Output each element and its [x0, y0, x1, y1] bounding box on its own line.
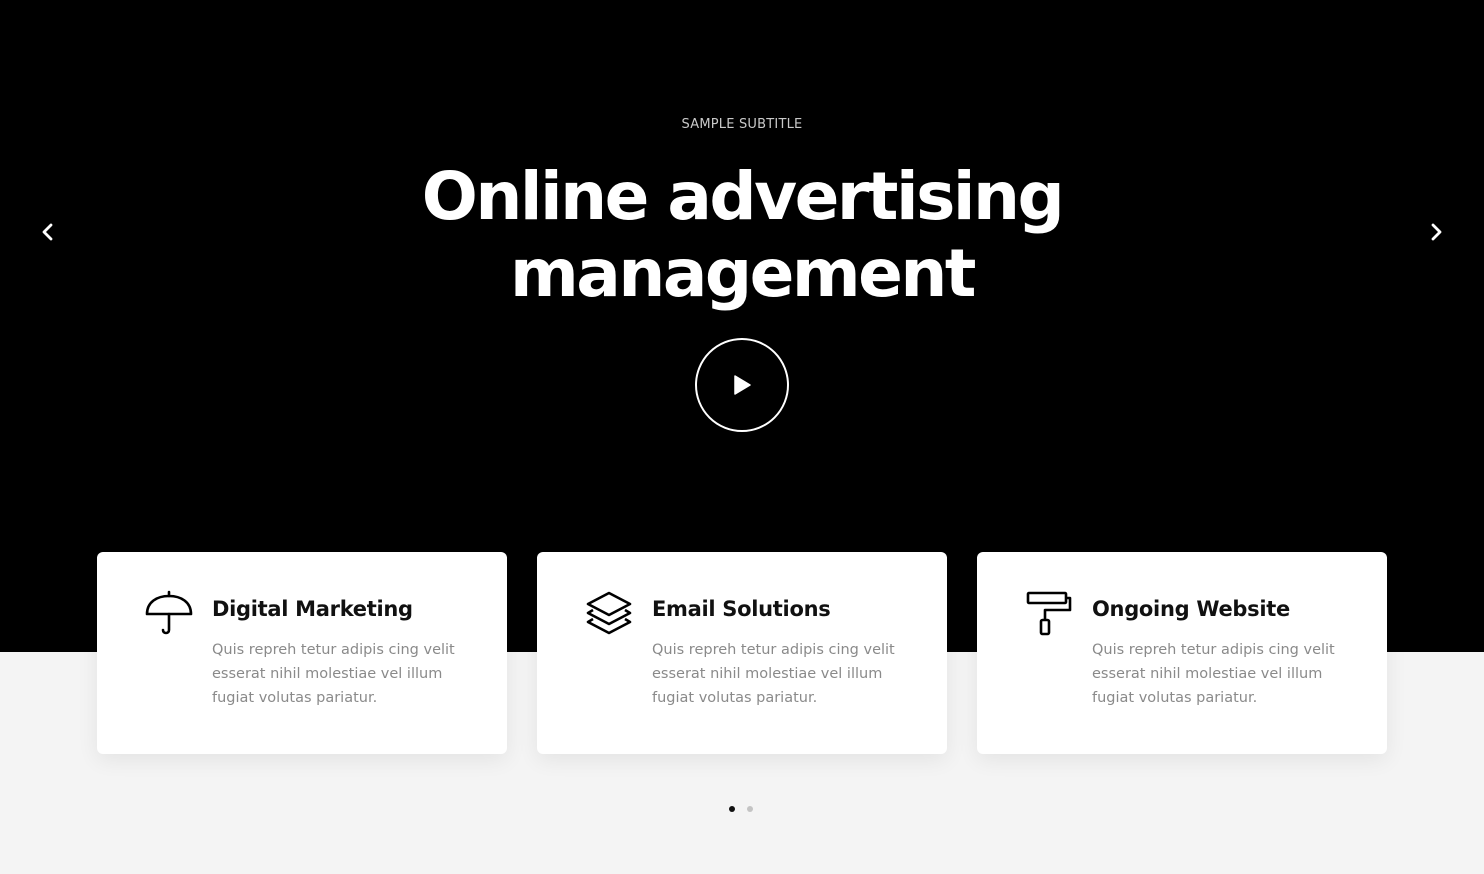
slider-prev-button[interactable] [34, 218, 62, 246]
hero-title: Online advertising management [0, 158, 1484, 312]
page: SAMPLE SUBTITLE Online advertising manag… [0, 0, 1484, 874]
chevron-left-icon [42, 223, 53, 241]
play-icon [734, 375, 751, 395]
pagination-dot-2[interactable] [747, 806, 753, 812]
service-card-ongoing-website[interactable]: Ongoing Website Quis repreh tetur adipis… [977, 552, 1387, 754]
paint-roller-icon [1026, 591, 1072, 636]
service-card-text: Quis repreh tetur adipis cing velit esse… [212, 642, 455, 706]
hero-title-line-1: Online advertising [421, 158, 1065, 235]
hero-subtitle: SAMPLE SUBTITLE [681, 117, 803, 132]
hero-title-line-2: management [510, 235, 976, 312]
service-card-text: Quis repreh tetur adipis cing velit esse… [652, 642, 895, 706]
pagination-dot-1[interactable] [729, 806, 735, 812]
play-video-button[interactable] [695, 338, 789, 432]
service-card-title: Digital Marketing [212, 597, 413, 621]
slider-pagination [729, 806, 757, 814]
slider-next-button[interactable] [1422, 218, 1450, 246]
service-card-title: Email Solutions [652, 597, 831, 621]
umbrella-icon [145, 590, 193, 635]
service-card-email-solutions[interactable]: Email Solutions Quis repreh tetur adipis… [537, 552, 947, 754]
service-card-digital-marketing[interactable]: Digital Marketing Quis repreh tetur adip… [97, 552, 507, 754]
layers-icon [586, 591, 632, 635]
chevron-right-icon [1431, 223, 1442, 241]
service-card-title: Ongoing Website [1092, 597, 1290, 621]
service-card-text: Quis repreh tetur adipis cing velit esse… [1092, 642, 1335, 706]
